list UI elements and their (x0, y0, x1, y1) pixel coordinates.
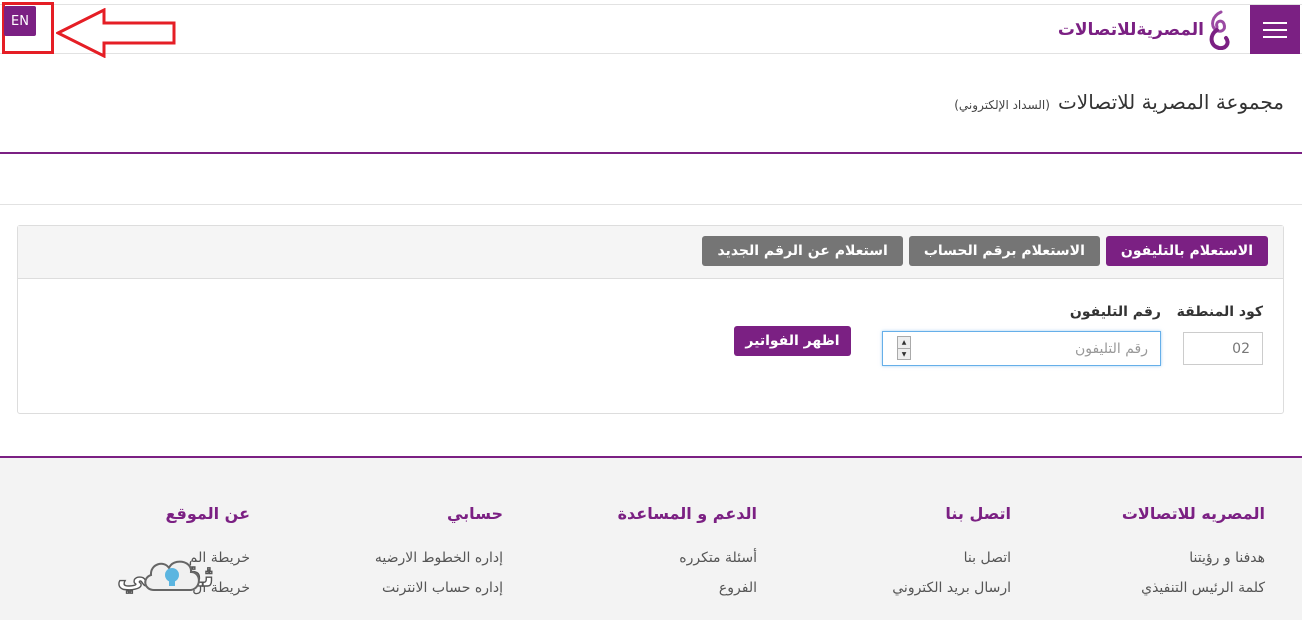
footer-column-company: المصريه للاتصالات هدفنا و رؤيتنا كلمة ال… (1122, 504, 1265, 610)
footer-heading: حسابي (446, 504, 503, 523)
tab-inquiry-new-number[interactable]: استعلام عن الرقم الجديد (702, 236, 903, 266)
footer-heading: الدعم و المساعدة (617, 504, 757, 523)
footer-link[interactable]: إداره الخطوط الارضيه (375, 550, 503, 566)
footer-link[interactable]: ارسال بريد الكتروني (892, 580, 1011, 596)
footer-column-contact: اتصل بنا اتصل بنا ارسال بريد الكتروني (892, 504, 1011, 610)
area-code-field[interactable]: 02 (1183, 332, 1263, 365)
tab-inquiry-by-account[interactable]: الاستعلام برقم الحساب (908, 236, 1100, 266)
footer-heading: عن الموقع (165, 504, 250, 523)
phone-number-label: رقم التليفون (1069, 304, 1161, 320)
page-subtitle: (السداد الإلكتروني) (954, 98, 1050, 112)
footer-link[interactable]: الفروع (618, 580, 757, 596)
section-divider (0, 204, 1302, 205)
page-title-row: مجموعة المصرية للاتصالات (السداد الإلكتر… (954, 90, 1284, 114)
menu-bar-icon (1263, 21, 1287, 24)
inquiry-tabs: الاستعلام بالتليفون الاستعلام برقم الحسا… (702, 236, 1268, 266)
footer-column-account: حسابي إداره الخطوط الارضيه إداره حساب ال… (375, 504, 503, 610)
watermark-logo: ثقفني (14, 548, 215, 604)
stepper-down-icon[interactable]: ▼ (898, 349, 910, 360)
phone-number-stepper[interactable]: ▲ ▼ (897, 336, 911, 360)
phone-number-field-wrapper: ▲ ▼ (882, 331, 1161, 366)
footer-column-support: الدعم و المساعدة أسئلة متكرره الفروع (618, 504, 757, 610)
footer-heading: اتصل بنا (945, 504, 1011, 523)
footer-heading: المصريه للاتصالات (1121, 504, 1265, 523)
area-code-label: كود المنطقة (1176, 304, 1263, 320)
footer-link[interactable]: أسئلة متكرره (618, 550, 757, 566)
footer-link[interactable]: إداره حساب الانترنت (375, 580, 503, 596)
show-bills-button[interactable]: اظهر الفواتير (734, 326, 851, 356)
phone-number-input[interactable] (920, 332, 1160, 365)
language-toggle-button[interactable]: EN (4, 6, 36, 36)
area-code-value: 02 (1232, 340, 1250, 357)
menu-bar-icon (1263, 35, 1287, 38)
brand-logo[interactable]: المصريةللاتصالات (1058, 9, 1232, 51)
brand-logo-text: المصريةللاتصالات (1057, 20, 1205, 40)
menu-bar-icon (1263, 28, 1287, 31)
title-divider (0, 152, 1302, 154)
top-navbar: المصريةللاتصالات (0, 4, 1302, 54)
inquiry-panel: الاستعلام بالتليفون الاستعلام برقم الحسا… (17, 225, 1284, 414)
brand-swirl-icon (1209, 10, 1230, 50)
hamburger-menu-button[interactable] (1250, 5, 1300, 54)
stepper-up-icon[interactable]: ▲ (898, 337, 910, 349)
page-title: مجموعة المصرية للاتصالات (1057, 90, 1284, 114)
footer-link[interactable]: كلمة الرئيس التنفيذي (1122, 580, 1265, 596)
footer-link[interactable]: هدفنا و رؤيتنا (1122, 550, 1265, 566)
tab-inquiry-by-phone[interactable]: الاستعلام بالتليفون (1105, 236, 1268, 266)
lightbulb-cloud-icon (144, 560, 200, 591)
inquiry-tabs-header: الاستعلام بالتليفون الاستعلام برقم الحسا… (18, 226, 1283, 279)
left-arrow-annotation-icon (56, 8, 176, 58)
footer-link[interactable]: اتصل بنا (892, 550, 1011, 566)
